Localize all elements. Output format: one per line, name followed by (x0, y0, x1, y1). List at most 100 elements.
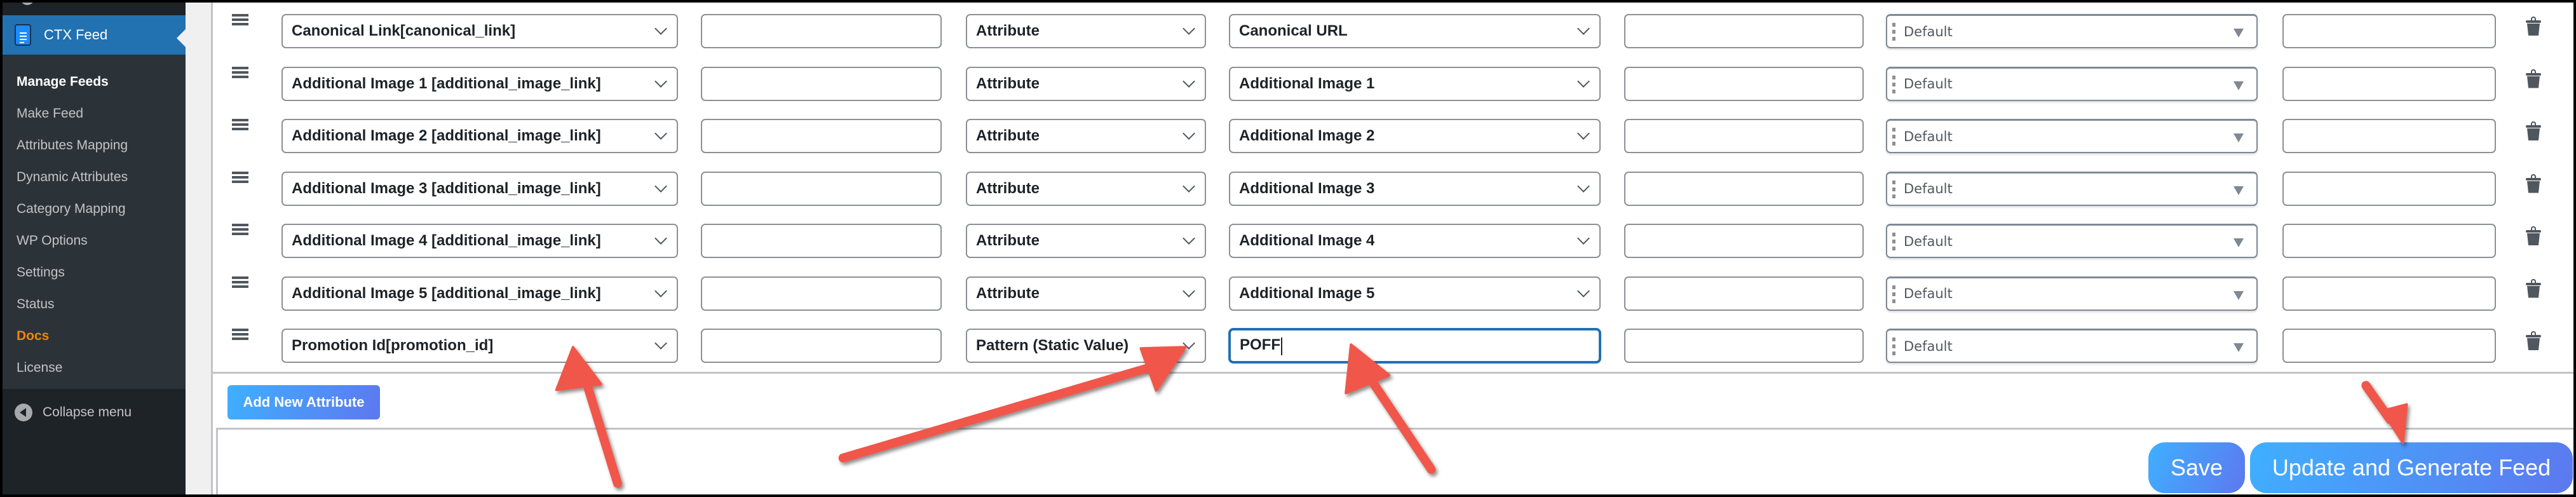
limit-input[interactable] (2282, 66, 2496, 101)
sidebar-item-attributes-mapping[interactable]: Attributes Mapping (3, 130, 186, 161)
attribute-select[interactable]: Additional Image 1 [additional_image_lin… (281, 66, 678, 101)
menu-icon (20, 3, 34, 5)
trash-icon[interactable] (2526, 331, 2541, 351)
trash-icon[interactable] (2526, 69, 2541, 90)
sidebar-item-status[interactable]: Status (3, 289, 186, 320)
sidebar-item-settings[interactable]: Settings (3, 257, 186, 289)
type-select[interactable]: Attribute (966, 119, 1206, 153)
value-select[interactable]: Canonical URL (1229, 14, 1601, 48)
suffix-input[interactable] (1624, 276, 1864, 311)
type-select[interactable]: Attribute (966, 66, 1206, 101)
output-type-select[interactable]: Default (1886, 276, 2258, 311)
attribute-select[interactable]: Additional Image 2 [additional_image_lin… (281, 119, 678, 153)
sidebar-item-category-mapping[interactable]: Category Mapping (3, 193, 186, 225)
sidebar-item-wp-options[interactable]: WP Options (3, 225, 186, 257)
type-select[interactable]: Attribute (966, 171, 1206, 206)
value-select[interactable]: Additional Image 1 (1229, 66, 1601, 101)
trash-icon[interactable] (2526, 278, 2541, 299)
suffix-input[interactable] (1624, 66, 1864, 101)
attribute-select[interactable]: Additional Image 4 [additional_image_lin… (281, 224, 678, 258)
drag-handle-icon[interactable] (232, 224, 248, 238)
trash-icon[interactable] (2526, 17, 2541, 37)
limit-input[interactable] (2282, 329, 2496, 363)
limit-input[interactable] (2282, 171, 2496, 206)
value-select-value: Additional Image 4 (1239, 232, 1375, 249)
feed-attributes-panel: Canonical Link[canonical_link] Attribute C… (211, 3, 2573, 494)
sidebar-item-docs[interactable]: Docs (3, 320, 186, 352)
sidebar-menu-ctx-feed[interactable]: CTX Feed (3, 15, 186, 55)
suffix-input[interactable] (1624, 329, 1864, 363)
drag-handle-icon[interactable] (232, 329, 248, 343)
drag-handle-icon[interactable] (232, 14, 248, 28)
prefix-input[interactable] (701, 276, 942, 311)
prefix-input[interactable] (701, 14, 942, 48)
drag-handle-icon[interactable] (232, 171, 248, 186)
chevron-down-icon (1577, 179, 1590, 193)
static-value-input[interactable]: POFF (1229, 329, 1601, 363)
limit-input[interactable] (2282, 119, 2496, 153)
output-type-select[interactable]: Default (1886, 329, 2258, 363)
attribute-select[interactable]: Additional Image 3 [additional_image_lin… (281, 171, 678, 206)
type-select[interactable]: Attribute (966, 224, 1206, 258)
attribute-row: Promotion Id[promotion_id] Pattern (Stati… (213, 329, 2573, 363)
trash-icon[interactable] (2526, 121, 2541, 142)
trash-icon[interactable] (2526, 226, 2541, 247)
collapse-menu-label: Collapse menu (43, 405, 132, 419)
limit-input[interactable] (2282, 14, 2496, 48)
add-new-attribute-button[interactable]: Add New Attribute (227, 385, 380, 419)
value-select[interactable]: Additional Image 3 (1229, 171, 1601, 206)
type-select[interactable]: Attribute (966, 276, 1206, 311)
value-select[interactable]: Additional Image 2 (1229, 119, 1601, 153)
limit-input[interactable] (2282, 276, 2496, 311)
output-type-select[interactable]: Default (1886, 66, 2258, 101)
output-type-select[interactable]: Default (1886, 224, 2258, 258)
value-select-value: Canonical URL (1239, 22, 1348, 39)
output-type-select[interactable]: Default (1886, 171, 2258, 206)
attribute-select[interactable]: Promotion Id[promotion_id] (281, 329, 678, 363)
chevron-down-icon (654, 284, 667, 297)
prefix-input[interactable] (701, 224, 942, 258)
suffix-input[interactable] (1624, 119, 1864, 153)
value-select[interactable]: Additional Image 4 (1229, 224, 1601, 258)
save-button[interactable]: Save (2148, 442, 2245, 493)
attribute-select-value: Additional Image 3 [additional_image_lin… (292, 179, 601, 197)
dropdown-triangle-icon (2234, 29, 2244, 37)
drag-handle-icon[interactable] (232, 66, 248, 81)
suffix-input[interactable] (1624, 224, 1864, 258)
type-select[interactable]: Pattern (Static Value) (966, 329, 1206, 363)
sidebar-item-make-feed[interactable]: Make Feed (3, 98, 186, 130)
admin-sidebar: CTX Feed Manage Feeds Make Feed Attribut… (3, 3, 186, 494)
chevron-down-icon (1577, 74, 1590, 88)
output-type-value: Default (1904, 76, 1953, 92)
chevron-down-icon (1183, 284, 1195, 297)
output-type-select[interactable]: Default (1886, 119, 2258, 153)
dropdown-triangle-icon (2234, 186, 2244, 195)
sidebar-item-dynamic-attributes[interactable]: Dynamic Attributes (3, 161, 186, 193)
limit-input[interactable] (2282, 224, 2496, 258)
dropdown-triangle-icon (2234, 238, 2244, 247)
update-and-generate-feed-button[interactable]: Update and Generate Feed (2250, 442, 2573, 493)
attribute-select-value: Additional Image 1 [additional_image_lin… (292, 74, 601, 92)
collapse-menu-button[interactable]: Collapse menu (3, 397, 186, 428)
drag-handle-icon[interactable] (232, 119, 248, 133)
prefix-input[interactable] (701, 171, 942, 206)
attribute-select[interactable]: Canonical Link[canonical_link] (281, 14, 678, 48)
chevron-down-icon (654, 127, 667, 140)
attribute-select[interactable]: Additional Image 5 [additional_image_lin… (281, 276, 678, 311)
prefix-input[interactable] (701, 66, 942, 101)
trash-icon[interactable] (2526, 174, 2541, 194)
drag-handle-icon[interactable] (232, 276, 248, 290)
output-type-select[interactable]: Default (1886, 14, 2258, 48)
output-type-value: Default (1904, 233, 1953, 249)
suffix-input[interactable] (1624, 171, 1864, 206)
value-select[interactable]: Additional Image 5 (1229, 276, 1601, 311)
sidebar-item-manage-feeds[interactable]: Manage Feeds (3, 66, 186, 98)
type-select[interactable]: Attribute (966, 14, 1206, 48)
drag-dots-icon (1892, 233, 1895, 250)
suffix-input[interactable] (1624, 14, 1864, 48)
attribute-select-value: Promotion Id[promotion_id] (292, 337, 494, 354)
prefix-input[interactable] (701, 119, 942, 153)
sidebar-item-license[interactable]: License (3, 352, 186, 384)
rows-divider (213, 372, 2573, 374)
prefix-input[interactable] (701, 329, 942, 363)
